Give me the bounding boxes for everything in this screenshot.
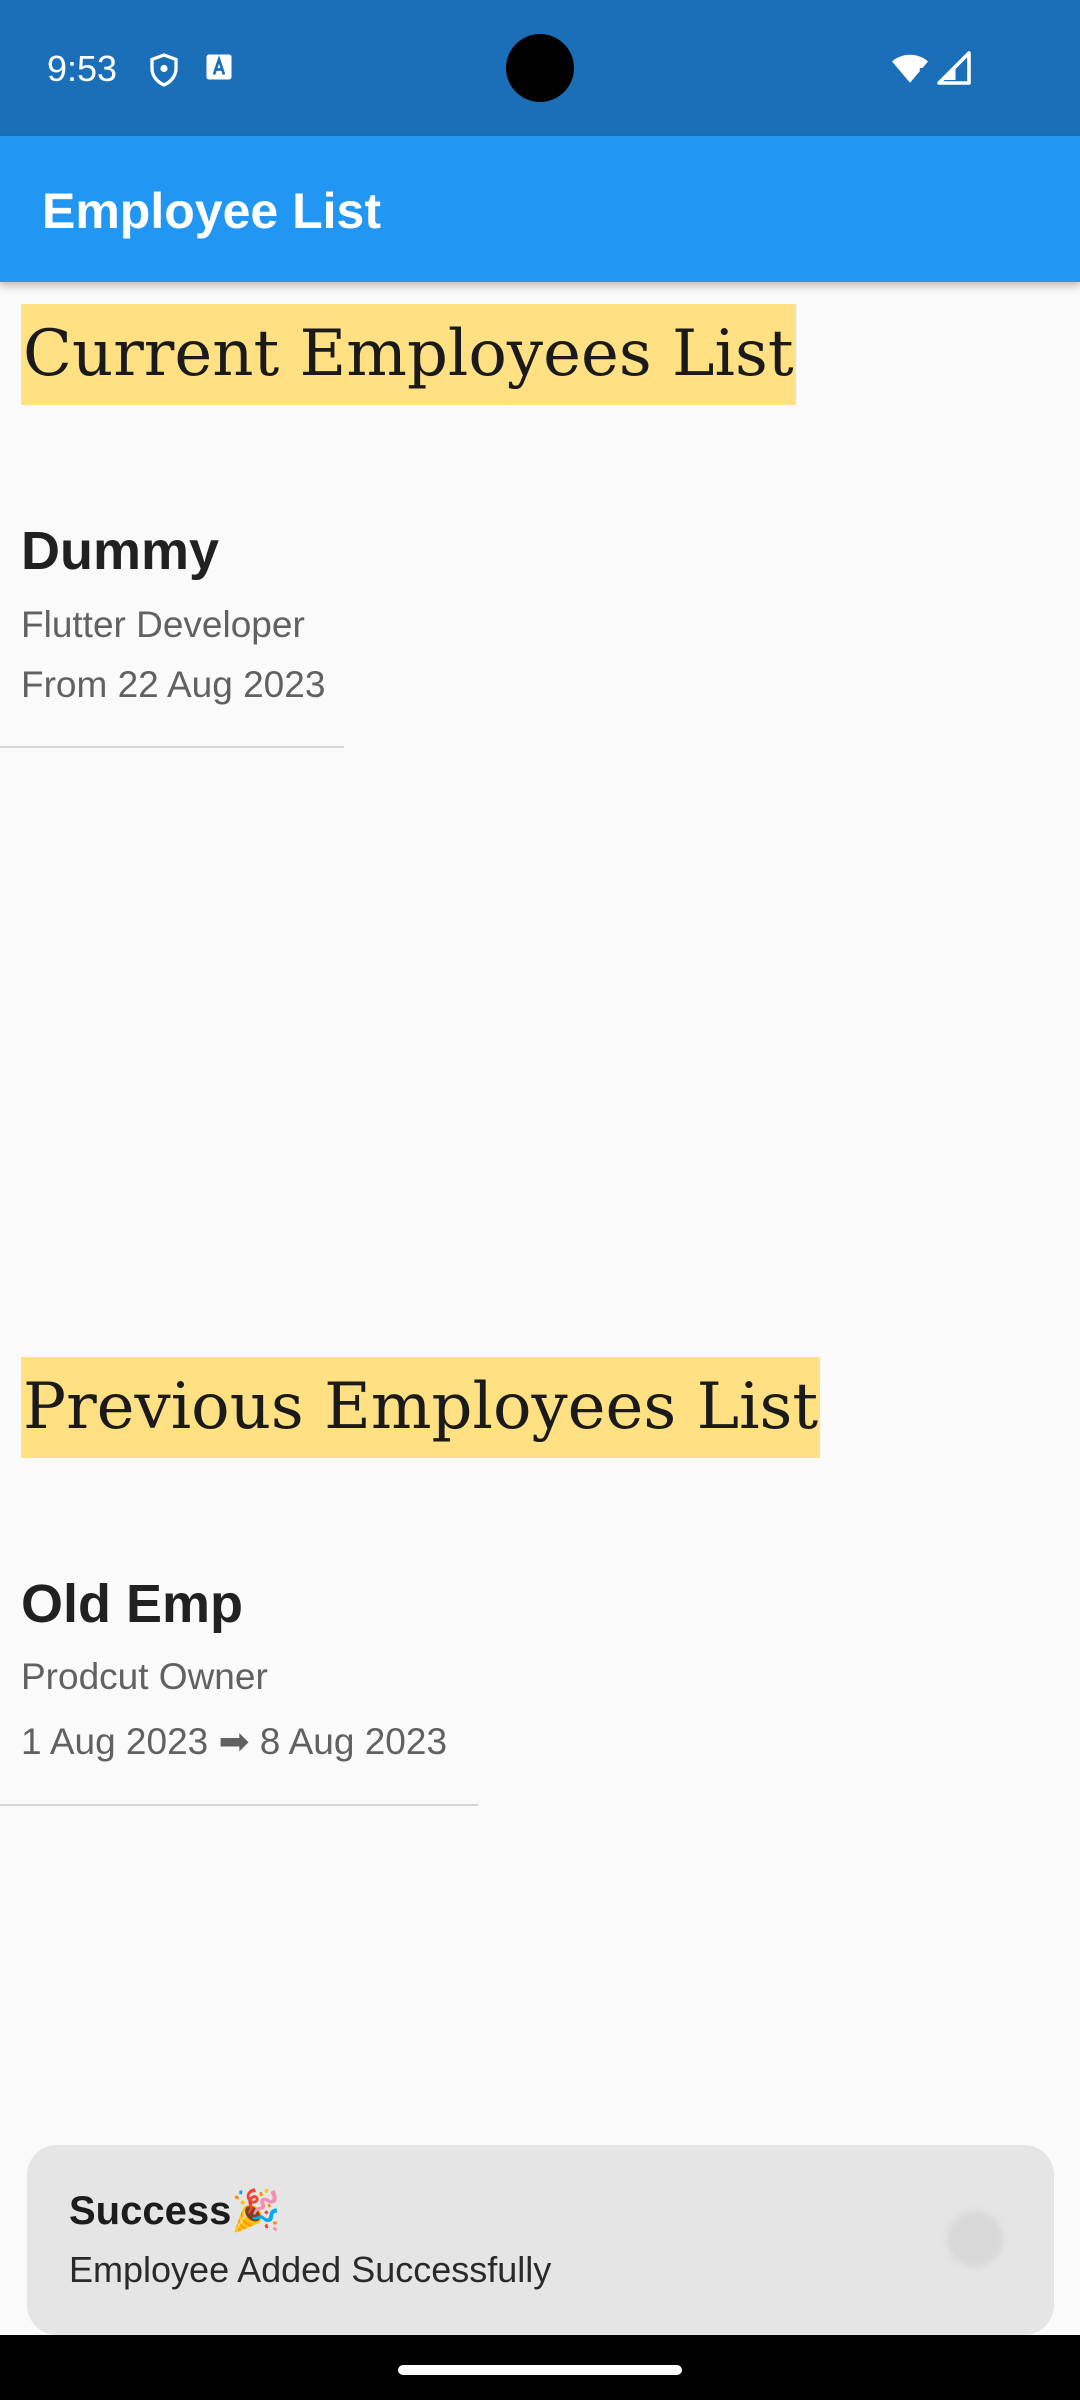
camera-cutout [506, 34, 574, 102]
employee-role: Prodcut Owner [21, 1656, 268, 1697]
success-snackbar[interactable]: Success🎉 Employee Added Successfully [27, 2145, 1054, 2335]
home-gesture-handle[interactable] [398, 2365, 682, 2375]
text-a-icon [204, 52, 240, 88]
app-bar: Employee List [0, 136, 1080, 282]
employee-dates: 1 Aug 2023 ➡ 8 Aug 2023 [21, 1721, 448, 1762]
employee-role: Flutter Developer [21, 604, 305, 645]
close-icon[interactable] [947, 2211, 1003, 2267]
page-title: Employee List [42, 183, 381, 239]
wifi-icon [890, 50, 928, 86]
employee-name: Dummy [21, 521, 220, 581]
signal-icon [936, 50, 972, 86]
status-bar: 9:53 [0, 0, 1080, 136]
snackbar-message: Employee Added Successfully [69, 2249, 552, 2290]
divider [0, 1804, 478, 1806]
navigation-bar [0, 2335, 1080, 2400]
current-employees-heading: Current Employees List [21, 304, 796, 405]
employee-name: Old Emp [21, 1574, 244, 1634]
status-time: 9:53 [47, 48, 118, 89]
employee-dates: From 22 Aug 2023 [21, 664, 326, 705]
previous-employees-heading: Previous Employees List [21, 1357, 821, 1458]
divider [0, 746, 344, 748]
shield-icon [146, 52, 182, 88]
snackbar-title: Success🎉 [69, 2189, 282, 2233]
